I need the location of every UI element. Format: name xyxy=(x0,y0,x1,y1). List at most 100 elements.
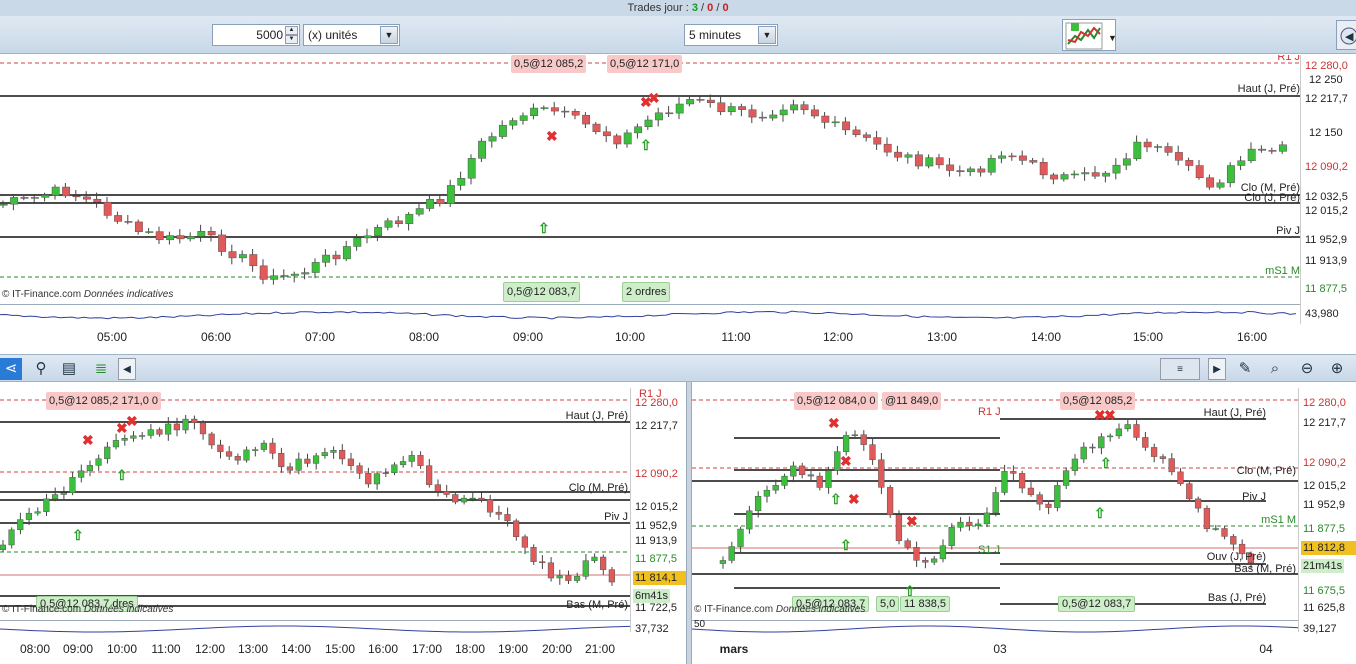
chart-type-button[interactable]: ▼ xyxy=(1062,19,1117,51)
candle xyxy=(1029,160,1038,163)
candle xyxy=(1278,144,1287,152)
panel-toggle-button[interactable]: ◀ xyxy=(1336,20,1356,50)
share-icon[interactable]: ⋖ xyxy=(0,358,22,380)
spin-up-icon[interactable]: ▲ xyxy=(285,26,298,35)
candle xyxy=(547,562,555,579)
candle xyxy=(356,465,363,474)
price-label: 11 952,9 xyxy=(1303,499,1346,511)
candle xyxy=(623,132,632,145)
candle xyxy=(1008,155,1017,158)
left-chart[interactable]: ✖ ✖ ✖ ⇧ ⇧ 0,5@12 085,2 171,0 0 0,5@12 083,7 … xyxy=(0,388,630,620)
copyright-brand: © IT-Finance.com xyxy=(694,604,774,615)
order-tag[interactable]: 0,5@12 085,2 171,0 0 xyxy=(46,392,162,410)
candle xyxy=(895,514,903,541)
interval-select[interactable]: 5 minutes ▼ xyxy=(684,24,778,46)
zoom-fit-icon[interactable]: ⌕ xyxy=(1264,358,1286,380)
candle xyxy=(798,465,806,475)
candle xyxy=(966,168,975,173)
spin-down-icon[interactable]: ▼ xyxy=(285,35,298,44)
order-tag[interactable]: 0,5@12 085,2 xyxy=(511,55,587,73)
candle xyxy=(1102,172,1111,177)
candle xyxy=(25,512,33,520)
right-price-axis[interactable]: 12 280,0 12 217,7 12 090,2 12 015,2 11 9… xyxy=(1298,388,1356,635)
order-tag[interactable]: 11 838,5 xyxy=(900,596,951,612)
candle xyxy=(869,444,876,461)
zoom-out-icon[interactable]: ⊖ xyxy=(1296,358,1318,380)
candle xyxy=(781,475,788,486)
zoom-in-icon[interactable]: ⊕ xyxy=(1326,358,1348,380)
indicators-icon[interactable]: ≣ xyxy=(90,358,112,380)
candle xyxy=(312,455,320,464)
price-label: 12 032,5 xyxy=(1305,191,1348,203)
candle xyxy=(238,254,247,259)
main-price-axis[interactable]: 12 280,0 12 250 12 217,7 12 150 12 090,2… xyxy=(1300,55,1356,304)
candle xyxy=(1098,436,1105,449)
order-tag[interactable]: 0,5@12 171,0 xyxy=(607,55,683,73)
candle xyxy=(17,519,24,531)
candle xyxy=(234,456,241,461)
indicator-line xyxy=(691,625,1299,633)
order-tag[interactable]: 5,0 xyxy=(876,596,900,612)
level-clo-m: Clo (M, Pré) xyxy=(1236,465,1296,477)
price-label: 12 015,2 xyxy=(1303,480,1346,492)
candle xyxy=(1164,146,1173,153)
level-piv: Piv J xyxy=(604,511,628,523)
chevron-down-icon[interactable]: ▼ xyxy=(758,26,776,44)
notes-icon[interactable]: ▤ xyxy=(58,358,80,380)
candle xyxy=(530,107,539,116)
trades-label: Trades jour : xyxy=(627,2,692,14)
candle xyxy=(498,124,507,137)
candle xyxy=(540,107,549,109)
quantity-value: 5000 xyxy=(256,28,283,42)
level-bas-j: Bas (J, Pré) xyxy=(1207,592,1266,604)
candle xyxy=(51,494,59,500)
order-tag[interactable]: 0,5@12 084,0 0 xyxy=(794,392,879,410)
quantity-input[interactable]: 5000 ▲ ▼ xyxy=(212,24,300,46)
candle xyxy=(10,197,19,205)
order-tag[interactable]: 0,5@12 083,7 xyxy=(1058,596,1136,612)
candle xyxy=(1212,528,1219,530)
candle xyxy=(904,154,913,158)
time-tick: 09:00 xyxy=(62,642,94,656)
order-tag[interactable]: @11 849,0 xyxy=(882,392,942,410)
unit-select[interactable]: (x) unités ▼ xyxy=(303,24,400,46)
scroll-thumb[interactable]: ≡ xyxy=(1160,358,1200,380)
scroll-right-icon[interactable]: ▶ xyxy=(1208,358,1226,380)
copyright-note: Données indicatives xyxy=(775,604,866,615)
price-label: 12 090,2 xyxy=(1303,457,1346,469)
indicator-axis: 43,980 xyxy=(1300,304,1356,324)
order-tag[interactable]: 0,5@12 085,2 xyxy=(1060,392,1136,410)
candle xyxy=(935,157,944,166)
candle xyxy=(930,558,938,563)
candle xyxy=(124,221,133,223)
candle xyxy=(779,109,788,116)
candle xyxy=(373,473,381,485)
chevron-down-icon[interactable]: ▼ xyxy=(380,26,398,44)
candle xyxy=(426,465,433,485)
candle xyxy=(561,110,570,113)
candle xyxy=(706,99,715,103)
candle xyxy=(634,126,643,134)
orders-count-tag[interactable]: 2 ordres xyxy=(622,282,671,302)
time-tick: 14:00 xyxy=(280,642,312,656)
level-haut: Haut (J, Pré) xyxy=(565,410,628,422)
candle xyxy=(156,429,163,435)
price-label: 11 722,5 xyxy=(635,602,678,614)
candle xyxy=(992,492,999,514)
right-chart[interactable]: ✖ ✖ ✖ ✖ ✖ ✖ ⇧ ⇧ ⇧ ⇧ ⇧ 0,5@12 084,0 0 @11 849,0 0,5… xyxy=(692,388,1298,620)
draw-tool-icon[interactable]: ⚲ xyxy=(30,358,52,380)
magic-tool-icon[interactable]: ✎ xyxy=(1234,358,1256,380)
candle xyxy=(550,107,559,112)
candle xyxy=(1247,148,1256,161)
candle xyxy=(654,112,663,121)
candle xyxy=(330,450,337,453)
price-label: 12 015,2 xyxy=(635,501,678,513)
main-chart[interactable]: ✖ ✖ ✖ ⇧ ⇧ 0,5@12 085,2 0,5@12 171,0 0,5@12 0… xyxy=(0,55,1300,304)
level-bas-m: Bas (M, Pré) xyxy=(1234,563,1296,575)
candle xyxy=(728,546,735,561)
time-tick: 11:00 xyxy=(721,330,751,344)
left-price-axis[interactable]: R1 J 12 280,0 12 217,7 12 090,2 12 015,2… xyxy=(630,388,687,635)
level-haut: Haut (J, Pré) xyxy=(1237,83,1300,95)
scroll-left-icon[interactable]: ◀ xyxy=(118,358,136,380)
order-tag[interactable]: 0,5@12 083,7 xyxy=(503,282,581,302)
